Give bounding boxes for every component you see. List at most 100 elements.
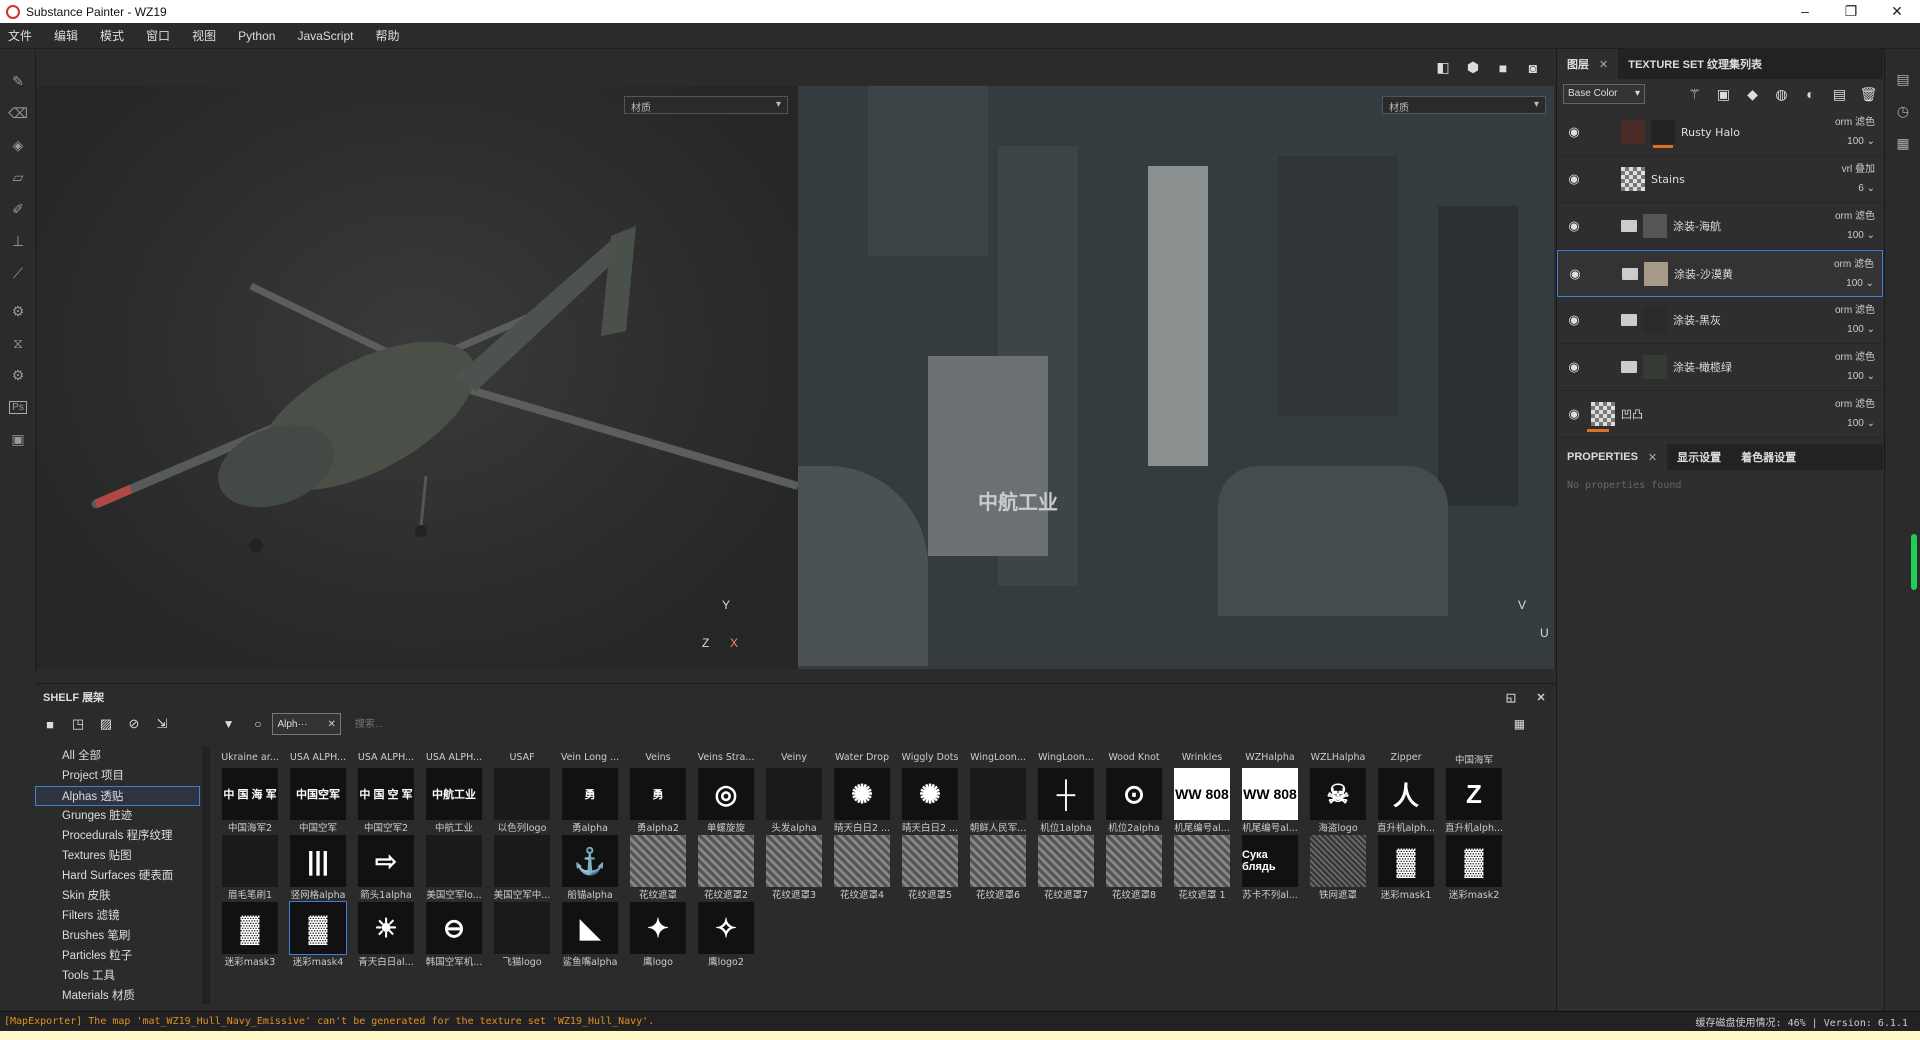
log-icon[interactable]: ▦ — [1885, 127, 1920, 159]
layer-folder-navy[interactable]: ◉ 涂装-海航 orm 滤色 100 ⌄ — [1557, 203, 1883, 250]
magic-wand-icon[interactable]: ⚚ — [1680, 86, 1709, 103]
shelf-item[interactable]: Veiny — [766, 746, 822, 768]
shelf-item[interactable]: ☀ 青天白日al... — [358, 902, 414, 969]
visibility-eye-icon[interactable]: ◉ — [1557, 124, 1591, 140]
menu-python[interactable]: Python — [238, 29, 275, 43]
tab-layers[interactable]: 图层 ✕ — [1557, 49, 1619, 79]
shelf-item[interactable]: 眉毛笔刷1 — [222, 835, 278, 902]
shelf-item[interactable]: 铁网遮罩 — [1310, 835, 1366, 902]
layer-folder-desert[interactable]: ◉ 涂装-沙漠黄 orm 滤色 100 ⌄ — [1557, 250, 1883, 297]
shelf-category[interactable]: Particles 粒子 — [36, 946, 200, 966]
shelf-item[interactable]: 中 国 海 军中国海军2 — [222, 768, 278, 835]
add-layer-icon[interactable]: ◆ — [1738, 86, 1767, 103]
shelf-item[interactable]: 花纹遮罩6 — [970, 835, 1026, 902]
shelf-category[interactable]: Project 项目 — [36, 766, 200, 786]
layer-blend[interactable]: orm 滤色 100 ⌄ — [1835, 113, 1875, 151]
smudge-icon[interactable]: ✐ — [0, 193, 36, 225]
shelf-item[interactable]: 花纹遮罩3 — [766, 835, 822, 902]
shelf-item[interactable]: ✺ 晴天白日2 ... — [834, 768, 890, 835]
shelf-category[interactable]: Hard Surfaces 硬表面 — [36, 866, 200, 886]
layer-blend[interactable]: orm 滤色 100 ⌄ — [1835, 207, 1875, 245]
shelf-item[interactable]: ⊙ 机位2alpha — [1106, 768, 1162, 835]
shelf-item[interactable]: Veins Stra... — [698, 746, 755, 768]
maximize-button[interactable]: ❐ — [1828, 3, 1874, 20]
paint-brush-icon[interactable]: ✎ — [0, 65, 36, 97]
shelf-item[interactable]: 中国海军 — [1446, 746, 1502, 768]
import-icon[interactable]: ⇲ — [148, 716, 176, 732]
shelf-item[interactable]: USA ALPH... — [358, 746, 414, 768]
add-effect-icon[interactable]: ◐ — [1796, 86, 1825, 103]
eraser-icon[interactable]: ⌫ — [0, 97, 36, 129]
shelf-item[interactable]: WW 808 机尾编号al... — [1174, 768, 1230, 835]
shelf-item[interactable]: 中 国 空 军中国空军2 — [358, 768, 414, 835]
shelf-item[interactable]: USA ALPH... — [426, 746, 482, 768]
visibility-eye-icon[interactable]: ◉ — [1557, 171, 1591, 187]
shelf-item[interactable]: 花纹遮罩2 — [698, 835, 754, 902]
shelf-item[interactable]: ||| 竖网格alpha — [290, 835, 346, 902]
add-folder-icon[interactable]: ▤ — [1825, 86, 1854, 103]
shelf-item[interactable]: ⇨ 箭头1alpha — [358, 835, 414, 902]
shelf-item[interactable]: 花纹遮罩 1 — [1174, 835, 1230, 902]
shelf-item[interactable]: 以色列logo — [494, 768, 550, 835]
shelf-item[interactable]: ▓ 迷彩mask2 — [1446, 835, 1502, 902]
category-scrollbar[interactable] — [202, 746, 210, 1004]
layer-folder-blackgray[interactable]: ◉ 涂装-黑灰 orm 滤色 100 ⌄ — [1557, 297, 1883, 344]
shelf-item[interactable]: 花纹遮罩4 — [834, 835, 890, 902]
shelf-category[interactable]: Grunges 脏迹 — [36, 806, 200, 826]
visibility-eye-icon[interactable]: ◉ — [1557, 406, 1591, 422]
shelf-item[interactable]: WingLoon... — [970, 746, 1026, 768]
material-select-2d[interactable]: 材质 ▾ — [1382, 96, 1546, 114]
layer-rusty-halo[interactable]: ◉ Rusty Halo orm 滤色 100 ⌄ — [1557, 109, 1883, 156]
shelf-item[interactable]: ▓ 迷彩mask3 — [222, 902, 278, 969]
shelf-item[interactable]: ☠ 海盗logo — [1310, 768, 1366, 835]
close-icon[interactable]: ✕ — [1648, 451, 1657, 464]
export-icon[interactable]: ⧖ — [0, 327, 36, 359]
layer-stains[interactable]: ◉ Stains vrl 叠加 6 ⌄ — [1557, 156, 1883, 203]
shelf-category[interactable]: Textures 贴图 — [36, 846, 200, 866]
history-icon[interactable]: ◷ — [1885, 95, 1920, 127]
layer-bump[interactable]: ◉ 凹凸 orm 滤色 100 ⌄ — [1557, 391, 1883, 438]
shelf-category[interactable]: Materials 材质 — [36, 986, 200, 1006]
float-panel-icon[interactable]: ◱ — [1496, 691, 1526, 704]
close-panel-icon[interactable]: ✕ — [1526, 691, 1556, 704]
new-shelf-icon[interactable]: ◳ — [64, 716, 92, 732]
camera-icon[interactable]: ■ — [1488, 60, 1518, 76]
shelf-item[interactable]: ⊖ 韩国空军机... — [426, 902, 482, 969]
shelf-item[interactable]: 勇勇alpha — [562, 768, 618, 835]
shelf-item[interactable]: 飞猫logo — [494, 902, 550, 969]
shelf-item[interactable]: 朝鲜人民军... — [970, 768, 1026, 835]
shelf-item[interactable]: Wiggly Dots — [902, 746, 959, 768]
delete-layer-icon[interactable]: 🗑 — [1854, 86, 1883, 103]
menu-help[interactable]: 帮助 — [375, 27, 399, 44]
filter-icon[interactable]: ▼ — [214, 717, 243, 731]
projection-icon[interactable]: ◈ — [0, 129, 36, 161]
menu-edit[interactable]: 编辑 — [54, 27, 78, 44]
layer-folder-olive[interactable]: ◉ 涂装-橄榄绿 orm 滤色 100 ⌄ — [1557, 344, 1883, 391]
shelf-item[interactable]: ⚓ 船锚alpha — [562, 835, 618, 902]
layer-blend[interactable]: orm 滤色 100 ⌄ — [1835, 348, 1875, 386]
save-icon[interactable]: ▨ — [92, 716, 120, 732]
shelf-item[interactable]: ◣ 鲨鱼嘴alpha — [562, 902, 618, 969]
close-button[interactable]: ✕ — [1874, 3, 1920, 20]
layer-blend[interactable]: orm 滤色 100 ⌄ — [1835, 395, 1875, 433]
tab-shader-settings[interactable]: 着色器设置 — [1731, 444, 1806, 470]
shelf-item[interactable]: Сука блядь 苏卡不列al... — [1242, 835, 1298, 902]
refresh-icon[interactable]: ○ — [243, 717, 272, 731]
shelf-category[interactable]: Filters 滤镜 — [36, 906, 200, 926]
shelf-item[interactable]: Wrinkles — [1174, 746, 1230, 768]
split-view-icon[interactable]: ◧ — [1428, 59, 1458, 76]
menu-mode[interactable]: 模式 — [100, 27, 124, 44]
shelf-item[interactable]: Zipper — [1378, 746, 1434, 768]
shelf-item[interactable]: WW 808 机尾编号al... — [1242, 768, 1298, 835]
folder-icon[interactable]: ■ — [36, 717, 64, 732]
hide-icon[interactable]: ⊘ — [120, 716, 148, 732]
shelf-item[interactable]: 花纹遮罩7 — [1038, 835, 1094, 902]
scroll-indicator[interactable] — [1911, 534, 1917, 590]
menu-file[interactable]: 文件 — [8, 27, 32, 44]
bake-settings-icon[interactable]: ⚙ — [0, 295, 36, 327]
tab-properties[interactable]: PROPERTIES ✕ — [1557, 444, 1668, 470]
shelf-category[interactable]: Skin 皮肤 — [36, 886, 200, 906]
shelf-item[interactable]: WZLHalpha — [1310, 746, 1366, 768]
shelf-item[interactable]: Veins — [630, 746, 686, 768]
shelf-item[interactable]: 中航工业 中航工业 — [426, 768, 482, 835]
